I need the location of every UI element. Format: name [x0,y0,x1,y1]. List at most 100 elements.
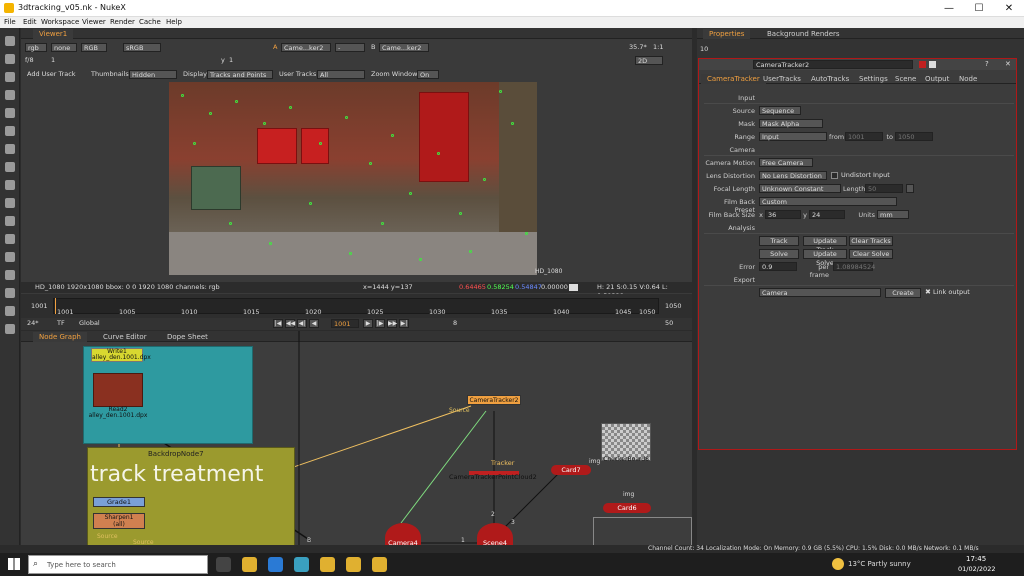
task-view-icon[interactable] [216,557,231,572]
furnace-tool-icon[interactable] [5,306,15,316]
close-panel-icon[interactable]: ✕ [1005,60,1011,68]
film-back-y-field[interactable]: 24 [809,210,845,219]
time-tool-icon[interactable] [5,72,15,82]
next-key-button[interactable]: ▶▶ [387,319,397,328]
frame-step-field[interactable]: 1 [51,56,55,65]
play-forward-button[interactable]: ▶ [363,319,373,328]
menu-cache[interactable]: Cache [139,18,161,26]
fps-dropdown[interactable]: 24* [27,319,39,328]
export-dropdown[interactable]: Camera [759,288,881,297]
current-frame-field[interactable]: 1001 [331,319,359,328]
metadata-tool-icon[interactable] [5,234,15,244]
step-field[interactable]: 8 [453,319,457,328]
maximize-button[interactable]: ☐ [964,0,994,17]
search-box[interactable]: ⌕ Type here to search [28,555,208,574]
menu-render[interactable]: Render [110,18,135,26]
per-frame-field[interactable]: 1.08984524 [833,262,875,271]
lens-distortion-dropdown[interactable]: No Lens Distortion [759,171,827,180]
close-button[interactable]: ✕ [994,0,1024,17]
channel-tool-icon[interactable] [5,90,15,100]
ratio-readout[interactable]: 1:1 [653,43,663,52]
views-tool-icon[interactable] [5,216,15,226]
app-m-icon[interactable] [294,557,309,572]
tab-scene[interactable]: Scene [889,74,922,84]
checkerboard-node[interactable]: CheckerBoard8 [601,456,651,463]
card6-node[interactable]: Card6 [603,503,651,513]
tab-settings[interactable]: Settings [853,74,894,84]
menu-edit[interactable]: Edit [23,18,37,26]
card7-node[interactable]: Card7 [551,465,591,475]
update-track-button[interactable]: Update Track [803,236,847,254]
node-name-field[interactable]: CameraTracker2 [753,60,913,69]
menu-workspace[interactable]: Workspace [41,18,79,26]
input-b-dropdown[interactable]: Came...ker2 [379,43,429,52]
clear-solve-button[interactable]: Clear Solve [849,249,893,259]
lut-dropdown[interactable]: sRGB [123,43,161,52]
clock-time[interactable]: 17:45 [966,555,986,564]
filter-tool-icon[interactable] [5,126,15,136]
clock-date[interactable]: 01/02/2022 [958,565,995,574]
display-dropdown[interactable]: Tracks and Points [207,70,273,79]
thumbnails-dropdown[interactable]: Hidden [129,70,177,79]
range-from-field[interactable]: 1001 [845,132,883,141]
read-node[interactable]: Read2 alley_den.1001.dpx [83,407,153,419]
menu-help[interactable]: Help [166,18,182,26]
step-forward-button[interactable]: |▶ [375,319,385,328]
viewer-image[interactable]: HD_1080 [169,82,562,275]
user-tracks-dropdown[interactable]: All [317,70,365,79]
range-to-field[interactable]: 1050 [895,132,933,141]
max-panels-field[interactable]: 10 [700,45,708,54]
node-graph-panel[interactable]: Node Graph Curve Editor Dope Sheet Write… [21,331,692,552]
last-frame-button[interactable]: ▶| [399,319,409,328]
toolsets-tool-icon[interactable] [5,270,15,280]
undistort-checkbox[interactable] [831,172,838,179]
tab-properties[interactable]: Properties [703,29,751,39]
zoom-window-dropdown[interactable]: On [417,70,439,79]
length-slider-handle[interactable] [906,184,914,193]
menu-viewer[interactable]: Viewer [82,18,106,26]
node-color-icon[interactable] [919,61,926,68]
color-dropdown[interactable]: RGB [81,43,107,52]
draw-tool-icon[interactable] [5,54,15,64]
3d-tool-icon[interactable] [5,198,15,208]
read-node-thumbnail[interactable] [93,373,143,407]
timeline-end[interactable]: 1050 [665,302,682,311]
sharpen-node[interactable]: Sharpen1 (all) [93,513,145,529]
prev-key-button[interactable]: ◀◀ [285,319,295,328]
solve-button[interactable]: Solve [759,249,799,259]
scope-dropdown[interactable]: Global [79,319,100,328]
length-field[interactable]: 50 [865,184,903,193]
timeline[interactable]: 1001 1001 1005 1010 1015 1020 1025 1030 … [21,294,692,318]
film-back-preset-dropdown[interactable]: Custom [759,197,897,206]
nuke-app-icon[interactable] [320,557,335,572]
tf-dropdown[interactable]: TF [57,319,65,328]
view-mode-dropdown[interactable]: 2D [635,56,663,65]
step-back-button[interactable]: ◀| [297,319,307,328]
link-output-checkbox[interactable]: ✖ [925,288,931,296]
add-user-track-button[interactable]: Add User Track [27,70,76,79]
keyer-tool-icon[interactable] [5,144,15,154]
timeline-start[interactable]: 1001 [31,302,48,311]
timeline-playhead[interactable] [55,298,56,314]
cameratracker-node[interactable]: CameraTracker2 [467,395,521,405]
end-frame-field[interactable]: 50 [665,319,673,328]
source-dropdown[interactable]: Sequence [759,106,801,115]
node-color2-icon[interactable] [929,61,936,68]
zoom-readout[interactable]: 35.7* [629,43,647,52]
help-icon[interactable]: ? [985,60,989,68]
update-solve-button[interactable]: Update Solve [803,249,847,267]
wipe-dropdown[interactable]: - [335,43,365,52]
y-field[interactable]: 1 [229,56,233,65]
mask-dropdown[interactable]: Mask Alpha [759,119,823,128]
input-a-dropdown[interactable]: Came...ker2 [281,43,331,52]
menu-file[interactable]: File [4,18,16,26]
tab-viewer1[interactable]: Viewer1 [33,29,74,39]
tab-usertracks[interactable]: UserTracks [757,74,807,84]
write-node[interactable]: Write1 alley_den.1001.dpx [91,348,151,362]
minimize-button[interactable]: — [934,0,964,17]
track-button[interactable]: Track [759,236,799,246]
image-tool-icon[interactable] [5,36,15,46]
range-dropdown[interactable]: Input [759,132,827,141]
nuke-app-icon[interactable] [372,557,387,572]
tab-node[interactable]: Node [953,74,983,84]
